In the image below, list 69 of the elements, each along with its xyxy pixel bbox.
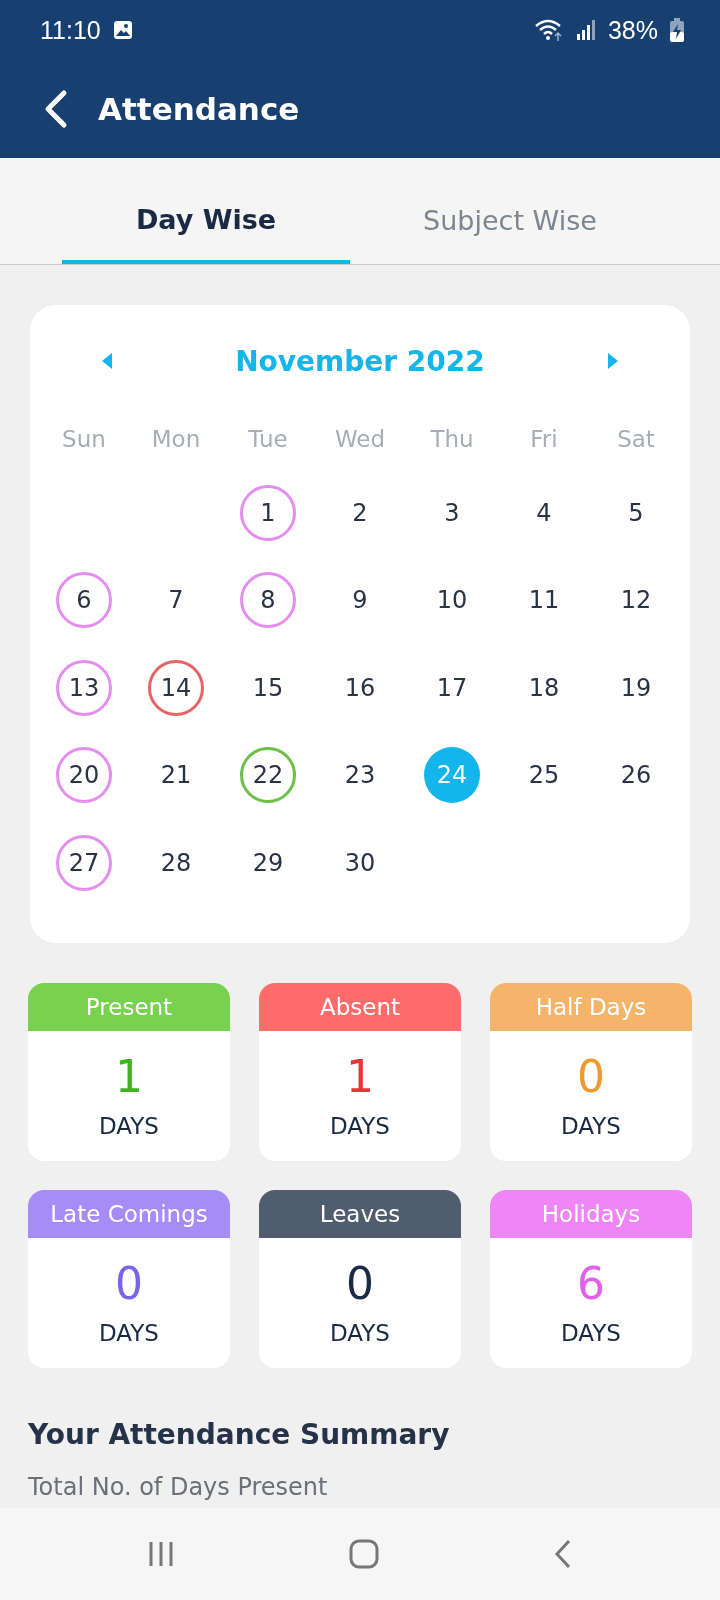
wifi-icon <box>533 17 564 43</box>
calendar-day[interactable]: 1 <box>240 484 296 541</box>
weekday-label: Fri <box>529 425 559 454</box>
calendar-day[interactable]: 14 <box>148 659 204 716</box>
calendar-day[interactable]: 23 <box>332 747 388 804</box>
calendar-day[interactable]: 9 <box>332 572 388 629</box>
calendar-day[interactable]: 29 <box>240 834 296 891</box>
stat-value: 0 <box>115 1256 143 1311</box>
stat-unit: DAYS <box>561 1112 621 1139</box>
calendar-day[interactable]: 4 <box>516 484 572 541</box>
stat-value: 1 <box>346 1049 374 1104</box>
section-title: Your Attendance Summary <box>27 1416 451 1451</box>
calendar-day[interactable]: 28 <box>148 834 204 891</box>
next-month-icon[interactable] <box>606 351 620 371</box>
stat-header: Leaves <box>259 1189 461 1238</box>
stat-header: Half Days <box>490 982 692 1031</box>
calendar-day[interactable]: 13 <box>56 659 112 716</box>
calendar-day[interactable]: 27 <box>56 834 112 891</box>
weekday-label: Sat <box>616 425 656 454</box>
status-time: 11:10 <box>40 15 101 45</box>
calendar-day[interactable]: 12 <box>608 572 664 629</box>
calendar-day[interactable]: 20 <box>56 747 112 804</box>
stat-unit: DAYS <box>99 1112 159 1139</box>
calendar-day[interactable]: 16 <box>332 659 388 716</box>
calendar-day[interactable]: 18 <box>516 659 572 716</box>
month-title: November 2022 <box>235 344 485 378</box>
weekday-label: Thu <box>429 425 475 454</box>
calendar-day[interactable]: 11 <box>516 572 572 629</box>
calendar-day[interactable]: 22 <box>240 747 296 804</box>
weekday-label: Tue <box>247 425 289 454</box>
weekday-label: Sun <box>61 425 107 454</box>
stat-unit: DAYS <box>330 1319 390 1346</box>
image-icon <box>112 20 133 40</box>
battery-percent: 38% <box>607 15 658 45</box>
calendar-day[interactable]: 10 <box>424 572 480 629</box>
weekday-label: Wed <box>333 425 387 454</box>
calendar-day[interactable]: 8 <box>240 572 296 629</box>
calendar-day[interactable]: 6 <box>56 572 112 629</box>
page-title: Attendance <box>98 91 300 127</box>
calendar-day[interactable]: 21 <box>148 747 204 804</box>
calendar-day[interactable]: 2 <box>332 484 388 541</box>
previous-month-icon[interactable] <box>100 351 114 371</box>
calendar-day[interactable]: 19 <box>608 659 664 716</box>
calendar-day[interactable]: 25 <box>516 747 572 804</box>
weekday-label: Mon <box>150 425 202 454</box>
home-icon[interactable] <box>349 1539 379 1569</box>
stat-unit: DAYS <box>330 1112 390 1139</box>
signal-icon <box>575 19 596 41</box>
stat-value: 0 <box>577 1049 605 1104</box>
calendar-day[interactable]: 30 <box>332 834 388 891</box>
calendar-day[interactable]: 17 <box>424 659 480 716</box>
stat-value: 6 <box>577 1256 605 1311</box>
calendar-day[interactable]: 26 <box>608 747 664 804</box>
calendar-day[interactable]: 7 <box>148 572 204 629</box>
recent-apps-icon[interactable] <box>147 1540 175 1568</box>
calendar-day[interactable]: 5 <box>608 484 664 541</box>
stat-header: Present <box>28 982 230 1031</box>
stat-value: 1 <box>115 1049 143 1104</box>
calendar-day[interactable]: 3 <box>424 484 480 541</box>
stat-value: 0 <box>346 1256 374 1311</box>
tab[interactable]: Day Wise <box>62 158 350 264</box>
battery-charging-icon <box>670 18 684 42</box>
summary-label: Total No. of Days Present <box>27 1471 329 1501</box>
calendar-day[interactable]: 15 <box>240 659 296 716</box>
stat-header: Holidays <box>490 1189 692 1238</box>
stat-header: Late Comings <box>28 1189 230 1238</box>
stat-unit: DAYS <box>99 1319 159 1346</box>
stat-header: Absent <box>259 982 461 1031</box>
stat-unit: DAYS <box>561 1319 621 1346</box>
